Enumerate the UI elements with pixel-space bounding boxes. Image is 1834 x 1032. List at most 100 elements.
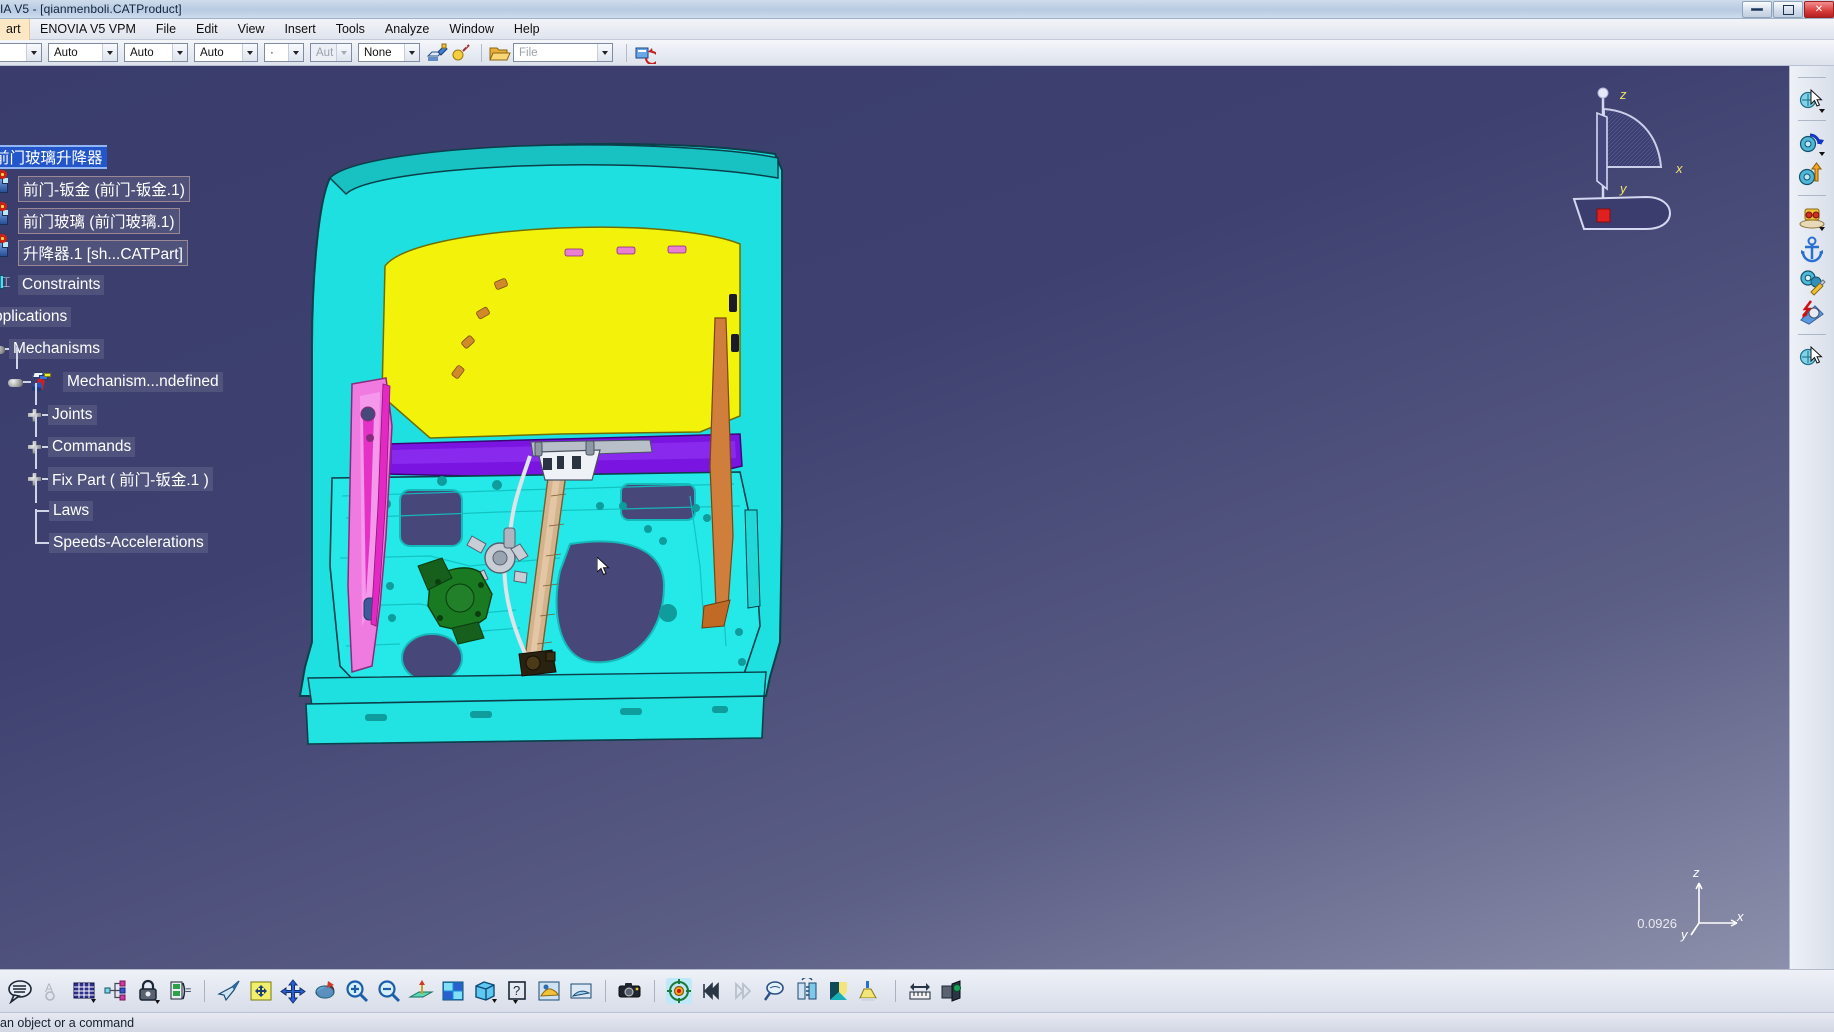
measure-between-icon[interactable] bbox=[907, 978, 933, 1004]
multi-view-icon[interactable] bbox=[440, 978, 466, 1004]
tree-item-commands[interactable]: Commands bbox=[0, 415, 223, 463]
tree-item-applications[interactable]: pplications bbox=[0, 301, 223, 333]
part-icon bbox=[0, 232, 14, 264]
toolbar-separator bbox=[1798, 195, 1826, 196]
annotation-balloon-icon[interactable] bbox=[7, 978, 33, 1004]
anchor-fix-icon[interactable] bbox=[1797, 234, 1827, 264]
painter-brush-icon[interactable] bbox=[426, 42, 448, 64]
chevron-down-icon[interactable] bbox=[404, 44, 419, 61]
compass-x-label: x bbox=[1676, 161, 1683, 176]
tree-item-root[interactable]: 前门玻璃升降器 bbox=[0, 141, 223, 173]
menu-view-label: View bbox=[237, 22, 265, 36]
measure-item-icon[interactable] bbox=[939, 978, 965, 1004]
select-arrow-icon[interactable] bbox=[1797, 84, 1827, 114]
tree-item-constraints[interactable]: ⌶ Constraints bbox=[0, 269, 223, 301]
zoom-area-icon[interactable] bbox=[762, 978, 788, 1004]
dmu-space-analysis-icon[interactable] bbox=[1797, 202, 1827, 232]
gear-tools-icon[interactable] bbox=[1797, 266, 1827, 296]
thickness-combo[interactable]: Auto bbox=[194, 43, 258, 62]
door-assembly-model bbox=[298, 142, 783, 745]
menu-file[interactable]: File bbox=[146, 19, 186, 40]
thickness-combo-value: Auto bbox=[200, 46, 224, 59]
mouse-cursor bbox=[597, 557, 611, 577]
simulation-updown-icon[interactable] bbox=[1797, 159, 1827, 189]
tree-item-front-door-glass[interactable]: 前门玻璃 (前门玻璃.1) bbox=[0, 200, 223, 237]
tree-item-laws[interactable]: Laws bbox=[0, 479, 223, 527]
axis-triad: z x y bbox=[1679, 865, 1749, 942]
compass-z-label: z bbox=[1620, 87, 1627, 102]
hide-show-icon[interactable] bbox=[826, 978, 852, 1004]
tree-item-mechanisms[interactable]: Mechanisms bbox=[0, 333, 223, 365]
file-field[interactable]: File bbox=[513, 43, 613, 62]
chevron-down-icon[interactable] bbox=[102, 44, 117, 61]
menu-insert[interactable]: Insert bbox=[274, 19, 325, 40]
apply-material-icon[interactable] bbox=[858, 978, 884, 1004]
tree-item-fix-part[interactable]: Fix Part ( 前门-钣金.1 ) bbox=[0, 447, 223, 495]
restore-button[interactable] bbox=[1773, 1, 1803, 18]
collapse-node-icon[interactable] bbox=[0, 342, 5, 357]
part-icon bbox=[0, 200, 14, 232]
simulation-rotate-icon[interactable] bbox=[1797, 127, 1827, 157]
3d-viewport[interactable]: 前门玻璃升降器 前门-钣金 (前门-钣金.1) 前门玻璃 (前门玻璃.1) 升降… bbox=[0, 66, 1789, 969]
zoom-out-icon[interactable] bbox=[376, 978, 402, 1004]
menu-start-button[interactable]: art bbox=[0, 18, 30, 40]
chevron-down-icon[interactable] bbox=[597, 44, 612, 61]
shading-material-icon[interactable] bbox=[536, 978, 562, 1004]
linetype-combo[interactable]: Auto bbox=[124, 43, 188, 62]
isometric-view-icon[interactable] bbox=[472, 978, 498, 1004]
view-help-icon[interactable]: ? bbox=[504, 978, 530, 1004]
linetype-combo-value: Auto bbox=[130, 46, 154, 59]
open-folder-icon[interactable] bbox=[489, 42, 511, 64]
chevron-down-icon[interactable] bbox=[288, 44, 303, 61]
zoom-in-icon[interactable] bbox=[344, 978, 370, 1004]
highlight-wand-icon[interactable] bbox=[450, 42, 472, 64]
specification-tree[interactable]: 前门玻璃升降器 前门-钣金 (前门-钣金.1) 前门玻璃 (前门玻璃.1) 升降… bbox=[0, 141, 223, 559]
swap-visible-space-icon[interactable] bbox=[794, 978, 820, 1004]
render-combo[interactable]: Auto bbox=[48, 43, 118, 62]
tree-item-mechanism-1[interactable]: Mechanism...ndefined bbox=[0, 347, 223, 399]
menu-view[interactable]: View bbox=[228, 19, 275, 40]
minimize-button[interactable] bbox=[1742, 1, 1772, 18]
none-combo[interactable]: None bbox=[358, 43, 420, 62]
table-grid-icon[interactable] bbox=[71, 978, 97, 1004]
fly-through-icon[interactable] bbox=[216, 978, 242, 1004]
tree-item-constraints-label: Constraints bbox=[18, 275, 105, 295]
update-all-icon[interactable] bbox=[634, 42, 656, 64]
menu-tools[interactable]: Tools bbox=[326, 19, 375, 40]
normal-view-icon[interactable] bbox=[408, 978, 434, 1004]
shading-icon[interactable] bbox=[568, 978, 594, 1004]
collision-detect-icon[interactable] bbox=[1797, 298, 1827, 328]
chevron-down-icon[interactable] bbox=[172, 44, 187, 61]
jump-to-end-icon[interactable] bbox=[730, 978, 756, 1004]
menu-help-label: Help bbox=[513, 22, 540, 36]
layer-combo[interactable] bbox=[0, 43, 42, 62]
point-combo[interactable]: · bbox=[264, 43, 304, 62]
tree-item-joints[interactable]: Joints bbox=[0, 383, 223, 431]
tree-item-regulator[interactable]: 升降器.1 [sh...CATPart] bbox=[0, 232, 223, 269]
simulation-target-icon[interactable] bbox=[666, 978, 692, 1004]
chevron-down-icon[interactable] bbox=[242, 44, 257, 61]
flowchart-nodes-icon[interactable] bbox=[103, 978, 129, 1004]
menu-window[interactable]: Window bbox=[439, 19, 503, 40]
collapse-node-icon[interactable] bbox=[8, 375, 23, 390]
toolbar-separator bbox=[481, 43, 482, 62]
menu-enovia[interactable]: ENOVIA V5 VPM bbox=[30, 19, 146, 40]
tree-item-front-door-sheetmetal[interactable]: 前门-钣金 (前门-钣金.1) bbox=[0, 168, 223, 205]
camera-capture-icon[interactable] bbox=[617, 978, 643, 1004]
text-with-leader-icon[interactable]: A bbox=[39, 978, 65, 1004]
fit-all-in-icon[interactable] bbox=[248, 978, 274, 1004]
jump-to-start-icon[interactable] bbox=[698, 978, 724, 1004]
lock-padlock-icon[interactable] bbox=[135, 978, 161, 1004]
measure-select-icon[interactable] bbox=[1797, 341, 1827, 371]
formula-icon[interactable]: = bbox=[167, 978, 193, 1004]
menu-edit[interactable]: Edit bbox=[186, 19, 228, 40]
pan-icon[interactable] bbox=[280, 978, 306, 1004]
triad-y-label: y bbox=[1681, 927, 1688, 942]
rotate-icon[interactable] bbox=[312, 978, 338, 1004]
close-button[interactable]: ✕ bbox=[1804, 1, 1834, 18]
menu-analyze[interactable]: Analyze bbox=[375, 19, 439, 40]
menu-help[interactable]: Help bbox=[504, 19, 550, 40]
chevron-down-icon[interactable] bbox=[26, 44, 41, 61]
tree-item-speeds-accelerations[interactable]: Speeds-Accelerations bbox=[0, 509, 223, 559]
3d-compass[interactable]: z y x bbox=[1566, 81, 1701, 231]
